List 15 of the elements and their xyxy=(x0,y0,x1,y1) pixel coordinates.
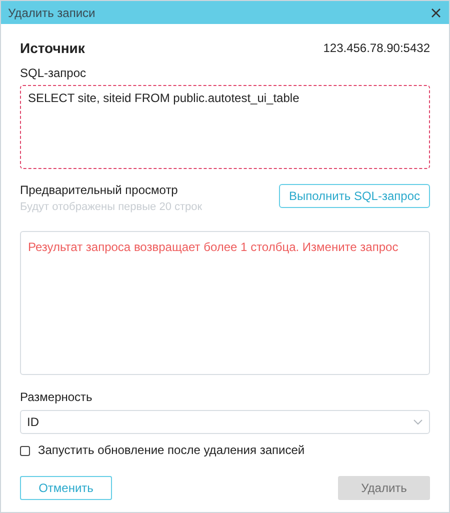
section-heading: Источник xyxy=(20,41,85,56)
server-address: 123.456.78.90:5432 xyxy=(323,41,430,56)
dimension-select[interactable]: ID xyxy=(20,410,430,434)
field-label: SQL-запрос xyxy=(20,66,88,81)
checkbox-label: Запустить обновление после удаления записей xyxy=(38,443,305,458)
run-query-button[interactable]: Выполнить SQL-запрос xyxy=(279,184,430,208)
preview-title: Предварительный просмотр xyxy=(20,183,179,198)
close-icon[interactable] xyxy=(430,6,442,18)
cancel-button[interactable]: Отменить xyxy=(20,476,112,500)
chevron-down-icon xyxy=(413,419,423,425)
sql-input-field[interactable]: SELECT site, siteid FROM public.autotest_ui_table xyxy=(20,85,430,169)
error-message: Результат запроса возвращает более 1 столбца. Измените запрос xyxy=(28,240,398,254)
checkbox[interactable] xyxy=(20,446,30,456)
field-label: Размерность xyxy=(20,390,94,405)
window-title: Удалить записи xyxy=(8,4,96,22)
